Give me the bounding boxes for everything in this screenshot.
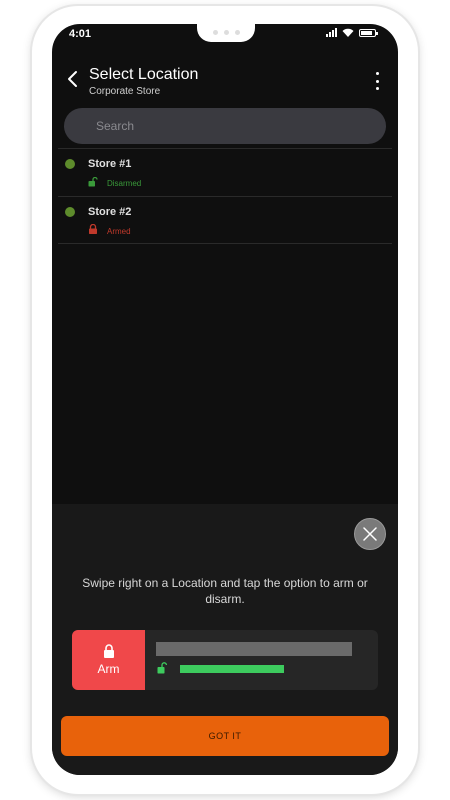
- status-dot: [65, 207, 75, 217]
- camera-notch: [197, 24, 255, 42]
- swipe-demo-card: Arm: [72, 630, 378, 690]
- location-state: Armed: [107, 227, 131, 236]
- app-screen: 4:01 Select Location Corporate Store Sto…: [52, 24, 398, 775]
- lock-icon: [103, 644, 114, 658]
- divider: [58, 243, 392, 244]
- page-subtitle: Corporate Store: [89, 86, 161, 97]
- location-row-store-2[interactable]: Store #2 Armed: [52, 197, 398, 243]
- arm-label: Arm: [97, 662, 120, 676]
- locked-icon: [89, 224, 97, 234]
- tutorial-hint: Swipe right on a Location and tap the op…: [82, 576, 368, 606]
- status-icons: [326, 28, 378, 37]
- more-options-icon[interactable]: [374, 72, 380, 90]
- wifi-icon: [342, 28, 354, 37]
- got-it-button[interactable]: GOT IT: [61, 716, 389, 756]
- placeholder-text-bar: [156, 642, 352, 656]
- status-time: 4:01: [69, 28, 92, 40]
- location-state: Disarmed: [107, 179, 142, 188]
- tutorial-overlay: Swipe right on a Location and tap the op…: [52, 504, 398, 775]
- battery-icon: [359, 28, 378, 37]
- back-arrow-icon[interactable]: [66, 70, 80, 88]
- arm-action-panel: Arm: [72, 630, 145, 690]
- unlocked-icon: [157, 662, 168, 674]
- location-name: Store #2: [88, 206, 132, 218]
- unlocked-icon: [88, 177, 98, 187]
- cellular-signal-icon: [326, 28, 337, 37]
- location-name: Store #1: [88, 158, 132, 170]
- location-row-store-1[interactable]: Store #1 Disarmed: [52, 149, 398, 195]
- placeholder-status-bar: [180, 665, 284, 673]
- search-input[interactable]: [94, 118, 386, 134]
- page-title: Select Location: [89, 66, 199, 83]
- status-dot: [65, 159, 75, 169]
- close-icon: [363, 527, 377, 541]
- close-button[interactable]: [354, 518, 386, 550]
- search-bar[interactable]: [64, 108, 386, 144]
